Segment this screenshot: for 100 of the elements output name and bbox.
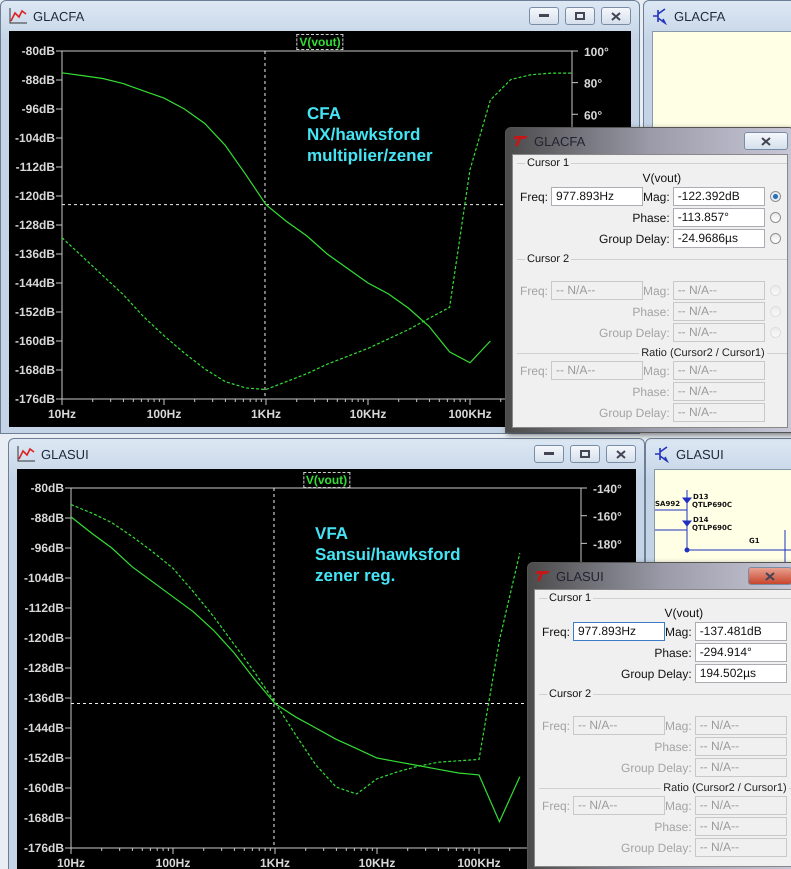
trace-label[interactable]: V(vout) — [302, 472, 350, 488]
axis-label: -176dB — [14, 392, 55, 406]
axis-label: -152dB — [14, 305, 55, 319]
restore-icon — [580, 450, 590, 458]
field-label: Phase: — [631, 384, 671, 398]
field-label: Group Delay: — [620, 666, 693, 680]
input-field[interactable]: -294.914° — [694, 643, 787, 662]
field-label: Group Delay: — [598, 326, 671, 340]
section-title: Cursor 1 — [548, 592, 592, 604]
section-title: Ratio (Cursor2 / Cursor1) — [662, 782, 788, 794]
axis-label: -120dB — [24, 631, 64, 645]
window-title: GLASUI — [676, 446, 724, 462]
plot-note: zener reg. — [315, 566, 396, 585]
trace-label[interactable]: V(vout) — [296, 34, 344, 50]
axis-label: -160dB — [24, 781, 64, 795]
axis-label: -88dB — [30, 511, 64, 525]
axis-label: -140° — [593, 482, 622, 496]
dialog-title: GLACFA — [534, 134, 586, 148]
axis-label: -112dB — [24, 601, 64, 615]
field-label: Freq: — [541, 624, 572, 638]
radio-button[interactable] — [770, 191, 782, 202]
axis-label: 100° — [584, 45, 609, 59]
field-label: Phase: — [653, 820, 693, 834]
close-button[interactable] — [748, 567, 791, 585]
trace-name: V(vout) — [664, 606, 704, 622]
plot-note: multiplier/zener — [307, 146, 433, 165]
section-title: Cursor 2 — [526, 253, 570, 265]
input-field[interactable]: -24.9686µs — [672, 229, 765, 248]
restore-icon — [575, 12, 585, 20]
axis-label: -96dB — [30, 541, 64, 555]
axis-label: -88dB — [22, 73, 55, 87]
restore-button[interactable] — [565, 7, 595, 25]
axis-label: 10Hz — [57, 856, 85, 869]
waveform-icon — [9, 8, 27, 24]
axis-label: -136dB — [24, 691, 64, 705]
field-label: Freq: — [519, 284, 550, 298]
axis-label: -144dB — [24, 721, 64, 735]
input-field[interactable]: 977.893Hz — [573, 622, 665, 641]
input-field[interactable]: -137.481dB — [694, 622, 787, 641]
window-title: GLASUI — [41, 446, 89, 462]
field-label: Phase: — [653, 740, 693, 754]
field-label: Group Delay: — [598, 232, 671, 246]
axis-label: -104dB — [14, 131, 55, 145]
axis-label: -144dB — [14, 276, 55, 290]
close-button[interactable] — [744, 132, 788, 150]
minimize-button[interactable] — [534, 445, 564, 463]
axis-label: 10Hz — [48, 407, 76, 421]
axis-label: 10KHz — [358, 856, 396, 869]
axis-label: -168dB — [24, 811, 64, 825]
field-label: Mag: — [643, 364, 671, 378]
axis-label: -80dB — [22, 44, 55, 58]
axis-label: -96dB — [22, 102, 55, 116]
field-label: Mag: — [665, 718, 693, 732]
plot-note: VFA — [315, 524, 348, 543]
axis-label: -136dB — [14, 247, 55, 261]
close-button[interactable] — [606, 445, 636, 463]
axis-label: -112dB — [16, 160, 55, 174]
field-label: Group Delay: — [620, 840, 693, 854]
axis-label: 100Hz — [146, 407, 182, 421]
input-field[interactable]: -122.392dB — [672, 187, 765, 206]
plot-note: CFA — [307, 104, 341, 123]
logo-icon — [512, 136, 528, 146]
section-title: Cursor 1 — [526, 157, 570, 169]
field-label: Group Delay: — [620, 760, 693, 774]
close-icon — [765, 572, 775, 580]
axis-label: -104dB — [24, 571, 64, 585]
close-button[interactable] — [601, 7, 631, 25]
field-label: Group Delay: — [598, 406, 671, 420]
restore-button[interactable] — [570, 445, 600, 463]
axis-label: -128dB — [24, 661, 64, 675]
field-label: Freq: — [541, 798, 572, 812]
logo-icon — [534, 571, 550, 581]
axis-label: -80dB — [30, 481, 64, 495]
field-label: Freq: — [519, 190, 550, 204]
field-label: Freq: — [519, 364, 550, 378]
axis-label: 100KHz — [457, 856, 501, 869]
minimize-button[interactable] — [529, 7, 559, 25]
axis-label: -120dB — [14, 189, 55, 203]
field-label: Mag: — [643, 190, 671, 204]
plot-note: Sansui/hawksford — [315, 545, 460, 564]
window-title: GLACFA — [33, 8, 84, 24]
axis-label: -152dB — [24, 751, 64, 765]
input-field[interactable]: 977.893Hz — [551, 187, 643, 206]
axis-label: -176dB — [24, 841, 64, 855]
axis-label: 100Hz — [156, 856, 190, 869]
radio-button[interactable] — [770, 212, 782, 223]
waveform-icon — [17, 446, 35, 462]
axis-label: -160dB — [14, 334, 55, 348]
axis-label: -128dB — [14, 218, 55, 232]
axis-label: -168dB — [14, 363, 55, 377]
radio-button[interactable] — [770, 233, 782, 244]
plot-note: NX/hawksford — [307, 125, 420, 144]
minimize-icon — [544, 452, 554, 456]
section-title: Ratio (Cursor2 / Cursor1) — [640, 347, 766, 359]
axis-label: 80° — [584, 76, 602, 91]
input-field[interactable]: -113.857° — [672, 208, 765, 227]
transistor-icon — [654, 445, 670, 463]
dialog-title: GLASUI — [556, 568, 604, 584]
close-icon — [761, 136, 771, 146]
input-field[interactable]: 194.502µs — [694, 664, 787, 683]
